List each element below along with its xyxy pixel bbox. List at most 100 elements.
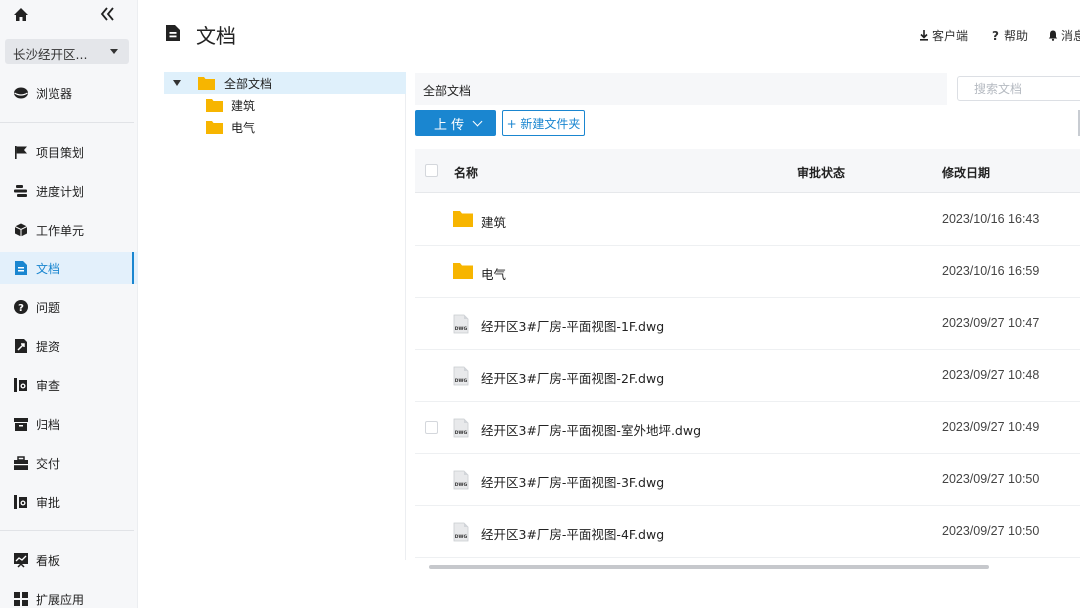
cube-sphere-icon	[14, 87, 28, 99]
sidebar-item-browser[interactable]: 浏览器	[0, 77, 138, 109]
file-name[interactable]: 经开区3#厂房-平面视图-3F.dwg	[481, 472, 664, 491]
tree-node-jianzhu[interactable]: 建筑	[164, 94, 406, 116]
tree-expand-icon[interactable]	[173, 80, 181, 86]
upload-button-label: 上 传	[434, 117, 465, 133]
file-name[interactable]: 经开区3#厂房-平面视图-2F.dwg	[481, 368, 664, 387]
file-name[interactable]: 经开区3#厂房-平面视图-4F.dwg	[481, 524, 664, 543]
sidebar-divider	[0, 530, 134, 531]
file-name[interactable]: 建筑	[481, 212, 506, 231]
folder-icon	[453, 211, 473, 227]
document-icon	[166, 25, 180, 41]
client-download-link[interactable]: 客户端	[919, 27, 968, 44]
column-header-date[interactable]: 修改日期	[942, 164, 990, 181]
tree-node-root[interactable]: 全部文档	[164, 72, 406, 94]
tree-node-dianqi[interactable]: 电气	[164, 116, 406, 138]
table-row[interactable]: 电气 2023/10/16 16:59	[415, 246, 1080, 298]
row-checkbox[interactable]	[425, 421, 438, 434]
sidebar-item-label: 提资	[36, 339, 61, 354]
table-header: 名称 审批状态 修改日期	[415, 149, 1080, 193]
modified-date: 2023/09/27 10:48	[942, 368, 1040, 382]
sidebar-item-label: 工作单元	[36, 223, 85, 238]
briefcase-icon	[14, 456, 28, 470]
sidebar-item-dashboard[interactable]: 看板	[0, 544, 138, 576]
review-icon	[14, 378, 27, 392]
sidebar-item-issues[interactable]: ? 问题	[0, 291, 138, 323]
dwg-file-icon: DWG	[453, 366, 469, 386]
breadcrumb-item[interactable]: 全部文档	[423, 84, 471, 98]
folder-tree: 全部文档 建筑 电气	[164, 72, 406, 560]
folder-icon	[453, 263, 473, 279]
file-name[interactable]: 经开区3#厂房-平面视图-室外地坪.dwg	[481, 420, 701, 439]
sidebar-item-archive[interactable]: 归档	[0, 408, 138, 440]
sidebar-item-review[interactable]: 审查	[0, 369, 138, 401]
table-row[interactable]: DWG 经开区3#厂房-平面视图-室外地坪.dwg 2023/09/27 10:…	[415, 402, 1080, 454]
select-all-checkbox[interactable]	[425, 164, 438, 177]
sidebar-item-label: 看板	[36, 553, 61, 568]
messages-link[interactable]: 消息	[1048, 27, 1080, 44]
sidebar-item-schedule[interactable]: 进度计划	[0, 175, 138, 207]
chart-board-icon	[14, 553, 28, 568]
sidebar-item-label: 交付	[36, 456, 61, 471]
column-header-status[interactable]: 审批状态	[797, 164, 845, 181]
table-row[interactable]: DWG 经开区3#厂房-平面视图-1F.dwg 2023/09/27 10:47	[415, 298, 1080, 350]
dwg-file-icon: DWG	[453, 470, 469, 490]
svg-text:DWG: DWG	[455, 430, 468, 436]
submit-icon	[15, 339, 27, 353]
breadcrumb: 全部文档	[415, 73, 947, 105]
gantt-icon	[14, 185, 27, 197]
folder-icon	[206, 99, 223, 112]
download-icon	[920, 30, 928, 41]
help-icon: ?	[992, 28, 999, 43]
modified-date: 2023/09/27 10:49	[942, 420, 1040, 434]
sidebar-item-label: 归档	[36, 417, 61, 432]
sidebar-item-docs[interactable]: 文档	[0, 252, 138, 284]
table-row[interactable]: DWG 经开区3#厂房-平面视图-2F.dwg 2023/09/27 10:48	[415, 350, 1080, 402]
search-input[interactable]	[957, 76, 1080, 101]
modified-date: 2023/10/16 16:59	[942, 264, 1040, 278]
sidebar-top	[0, 0, 138, 32]
table-row[interactable]: DWG 经开区3#厂房-平面视图-4F.dwg 2023/09/27 10:50	[415, 506, 1080, 558]
tree-node-label: 建筑	[231, 98, 256, 113]
file-name[interactable]: 电气	[481, 264, 506, 283]
chevron-down-icon	[472, 116, 483, 127]
svg-text:DWG: DWG	[455, 378, 468, 384]
dwg-file-icon: DWG	[453, 314, 469, 334]
sidebar-item-approval[interactable]: 审批	[0, 486, 138, 518]
client-download-label: 客户端	[932, 29, 969, 43]
sidebar-item-deliver[interactable]: 交付	[0, 447, 138, 479]
sidebar-item-planning[interactable]: 项目策划	[0, 136, 138, 168]
horizontal-scrollbar[interactable]	[429, 565, 989, 569]
svg-text:DWG: DWG	[455, 534, 468, 540]
svg-text:DWG: DWG	[455, 482, 468, 488]
folder-icon	[198, 77, 215, 90]
apps-grid-icon	[14, 592, 28, 606]
upload-button[interactable]: 上 传	[415, 110, 496, 136]
sidebar-item-label: 审查	[36, 378, 61, 393]
table-row[interactable]: DWG 经开区3#厂房-平面视图-3F.dwg 2023/09/27 10:50	[415, 454, 1080, 506]
help-link[interactable]: ? 帮助	[992, 27, 1028, 44]
sidebar-item-work-unit[interactable]: 工作单元	[0, 214, 138, 246]
box-icon	[14, 223, 28, 237]
project-select[interactable]: 长沙经开区...	[5, 39, 129, 64]
page-title: 文档	[196, 24, 236, 48]
chevron-down-icon	[110, 49, 118, 54]
sidebar-item-label: 进度计划	[36, 184, 85, 199]
project-select-value: 长沙经开区...	[13, 47, 88, 62]
modified-date: 2023/09/27 10:47	[942, 316, 1040, 330]
table-row[interactable]: 建筑 2023/10/16 16:43	[415, 194, 1080, 246]
sidebar-item-submit[interactable]: 提资	[0, 330, 138, 362]
home-icon[interactable]	[12, 6, 30, 24]
sidebar: 长沙经开区... 浏览器 项目策划 进度计划 工作单元 文档 ? 问题 提资 审…	[0, 0, 138, 608]
sidebar-item-label: 扩展应用	[36, 592, 85, 607]
file-name[interactable]: 经开区3#厂房-平面视图-1F.dwg	[481, 316, 664, 335]
collapse-icon[interactable]	[98, 5, 118, 23]
column-header-name[interactable]: 名称	[454, 164, 478, 181]
modified-date: 2023/09/27 10:50	[942, 472, 1040, 486]
modified-date: 2023/10/16 16:43	[942, 212, 1040, 226]
tree-node-label: 电气	[231, 120, 256, 135]
new-folder-button[interactable]: + 新建文件夹	[502, 110, 585, 136]
document-icon	[15, 261, 27, 275]
archive-icon	[14, 418, 28, 431]
sidebar-item-extensions[interactable]: 扩展应用	[0, 583, 138, 608]
sidebar-item-label: 问题	[36, 300, 61, 315]
